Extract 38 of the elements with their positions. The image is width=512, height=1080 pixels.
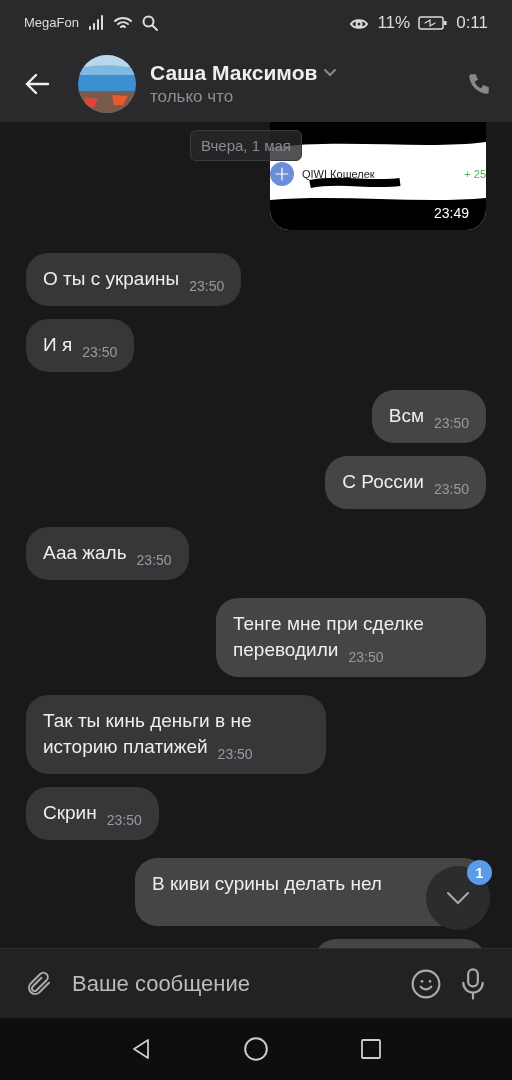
message-time: 23:50 <box>82 345 118 359</box>
transaction-amount: + 25 <box>464 168 486 180</box>
message-time: 23:50 <box>189 279 225 293</box>
message-bubble: С России 23:50 <box>325 456 486 509</box>
message-bubble: И я 23:50 <box>26 319 135 372</box>
unread-badge: 1 <box>467 860 492 885</box>
back-arrow-icon[interactable] <box>24 71 50 96</box>
message-bubble: Так ты кинь деньги в не историю платижей 23:50 <box>26 695 326 774</box>
date-label: Вчера, 1 мая <box>190 130 302 161</box>
message-input[interactable]: Ваше сообщение <box>70 969 394 998</box>
message-time: 23:50 <box>106 813 142 827</box>
message-time: 23:50 <box>136 553 172 567</box>
message-time: 23:50 <box>217 747 253 761</box>
signal-icon <box>86 14 105 31</box>
message-bubble: Ааа жаль 23:50 <box>26 527 189 580</box>
smiley-icon[interactable] <box>410 967 442 1000</box>
carrier-name: MegaFon <box>24 15 79 30</box>
wifi-icon <box>112 14 133 31</box>
last-seen-status: только что <box>150 86 235 107</box>
home-circle-icon[interactable] <box>243 1036 269 1062</box>
battery-icon <box>418 14 449 31</box>
message-composer[interactable]: Ваше сообщение <box>0 948 512 1018</box>
message-bubble: Всм 23:50 <box>371 390 486 443</box>
transaction-title: QIWI Кошелек <box>302 168 376 180</box>
message-time: 23:50 <box>433 416 469 430</box>
clock-time: 0:11 <box>456 12 488 33</box>
contact-name[interactable]: Саша Максимов <box>150 60 318 85</box>
recents-square-icon[interactable] <box>359 1037 383 1061</box>
chevron-down-icon <box>446 891 470 905</box>
search-icon <box>140 13 159 32</box>
plus-icon <box>270 162 294 186</box>
message-time: 23:50 <box>433 482 469 496</box>
chevron-down-icon <box>323 67 338 78</box>
message-bubble: О ты с украины 23:50 <box>26 253 242 306</box>
message-bubble: Тенге мне при сделке переводили 23:50 <box>216 598 486 677</box>
battery-percent: 11% <box>377 12 411 33</box>
message-bubble: Скрин 23:50 <box>26 787 159 840</box>
message-time: 23:50 <box>348 650 384 664</box>
